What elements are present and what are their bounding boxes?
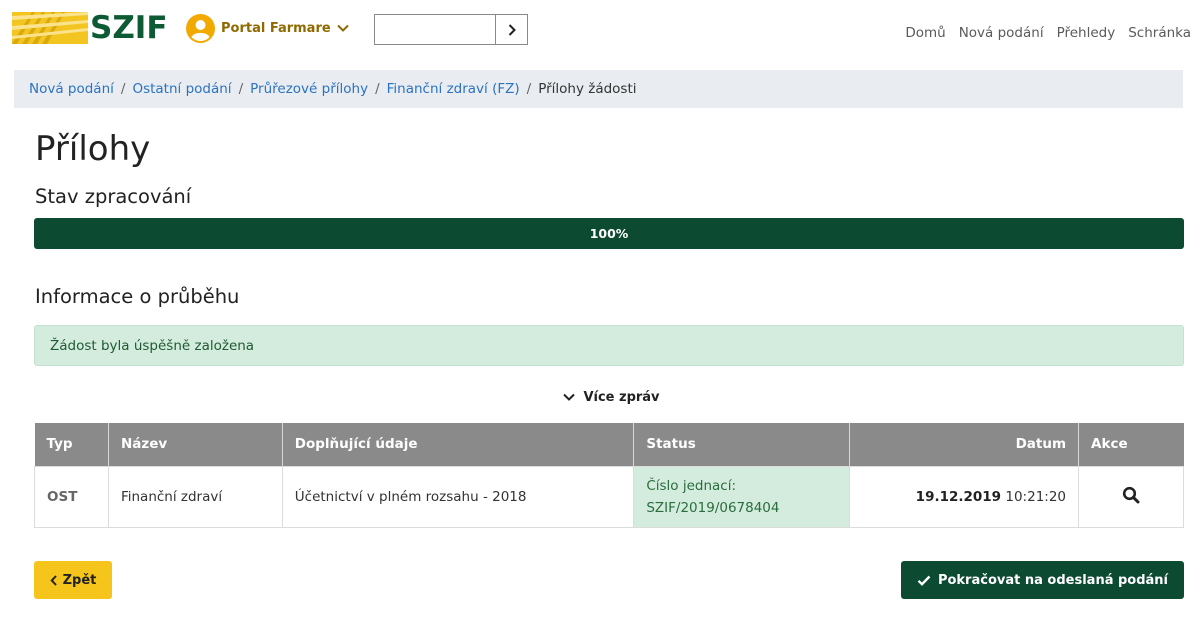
continue-button-label: Pokračovat na odeslaná podání xyxy=(937,572,1169,588)
breadcrumb-separator: / xyxy=(120,81,126,97)
table-header-row: Typ Název Doplňující údaje Status Datum … xyxy=(34,423,1184,466)
detail-button[interactable] xyxy=(1122,486,1140,508)
chevron-down-icon xyxy=(563,393,576,401)
breadcrumb-item-ostatni-podani[interactable]: Ostatní podání xyxy=(132,81,231,97)
breadcrumb-item-nova-podani[interactable]: Nová podání xyxy=(29,81,114,97)
column-header-datum: Datum xyxy=(849,423,1080,466)
column-header-doplnujici-udaje: Doplňující údaje xyxy=(282,423,635,466)
progress-label: 100% xyxy=(589,226,629,241)
page-title: Přílohy xyxy=(35,129,151,169)
chevron-left-icon xyxy=(50,574,57,586)
search-submit-button[interactable] xyxy=(495,15,527,44)
check-icon xyxy=(917,575,931,586)
status-section-title: Stav zpracování xyxy=(35,185,192,208)
field-logo-icon xyxy=(12,12,88,44)
more-messages-label: Více zpráv xyxy=(583,390,660,405)
info-section-title: Informace o průběhu xyxy=(35,285,240,308)
cell-doplnujici-udaje: Účetnictví v plném rozsahu - 2018 xyxy=(281,465,635,528)
progress-bar: 100% xyxy=(34,218,1184,249)
column-header-akce: Akce xyxy=(1078,423,1184,466)
nav-item-schranka[interactable]: Schránka xyxy=(1128,25,1191,41)
search-icon xyxy=(1122,486,1140,503)
column-header-status: Status xyxy=(633,423,851,466)
chevron-down-icon xyxy=(336,24,349,32)
datum-date: 19.12.2019 xyxy=(915,488,1002,505)
user-avatar-icon xyxy=(186,13,215,43)
more-messages: Více zpráv xyxy=(0,390,1197,405)
nav-item-nova-podani[interactable]: Nová podání xyxy=(959,25,1044,41)
table-row: OST Finanční zdraví Účetnictví v plném r… xyxy=(34,465,1184,528)
status-line-reference: SZIF/2019/0678404 xyxy=(646,499,780,516)
status-line-label: Číslo jednací: xyxy=(646,477,737,494)
datum-time: 10:21:20 xyxy=(1005,488,1067,505)
cell-typ: OST xyxy=(34,465,109,528)
column-header-nazev: Název xyxy=(108,423,283,466)
cell-akce xyxy=(1078,465,1184,528)
breadcrumb-current: Přílohy žádosti xyxy=(538,81,637,97)
breadcrumb-separator: / xyxy=(238,81,244,97)
breadcrumb-item-financni-zdravi[interactable]: Finanční zdraví (FZ) xyxy=(387,81,520,97)
back-button-label: Zpět xyxy=(62,572,97,588)
breadcrumb-separator: / xyxy=(375,81,380,97)
top-bar: SZIF Portal Farmare Domů Nová podání Pře… xyxy=(0,0,1197,62)
column-header-typ: Typ xyxy=(34,423,109,466)
cell-datum: 19.12.2019 10:21:20 xyxy=(849,465,1080,528)
chevron-right-icon xyxy=(508,23,516,36)
nav-item-domu[interactable]: Domů xyxy=(905,25,945,41)
continue-button[interactable]: Pokračovat na odeslaná podání xyxy=(901,561,1184,599)
portal-menu[interactable]: Portal Farmare xyxy=(186,13,349,43)
breadcrumb: Nová podání / Ostatní podání / Průřezové… xyxy=(14,70,1183,108)
cell-status: Číslo jednací: SZIF/2019/0678404 xyxy=(633,465,851,528)
search-box xyxy=(374,14,528,45)
success-alert: Žádost byla úspěšně založena xyxy=(34,325,1184,366)
nav-item-prehledy[interactable]: Přehledy xyxy=(1057,25,1116,41)
top-nav: Domů Nová podání Přehledy Schránka xyxy=(892,25,1191,41)
breadcrumb-item-prurezove-prilohy[interactable]: Průřezové přílohy xyxy=(250,81,368,97)
szif-logo[interactable]: SZIF xyxy=(12,12,168,44)
more-messages-toggle[interactable]: Více zpráv xyxy=(563,390,660,405)
alert-text: Žádost byla úspěšně založena xyxy=(50,337,255,354)
breadcrumb-separator: / xyxy=(526,81,532,97)
logo-text: SZIF xyxy=(90,10,168,46)
search-input[interactable] xyxy=(375,15,495,44)
portal-label: Portal Farmare xyxy=(221,20,331,36)
attachments-table: Typ Název Doplňující údaje Status Datum … xyxy=(34,423,1184,528)
cell-nazev: Finanční zdraví xyxy=(107,465,283,528)
back-button[interactable]: Zpět xyxy=(34,561,112,599)
